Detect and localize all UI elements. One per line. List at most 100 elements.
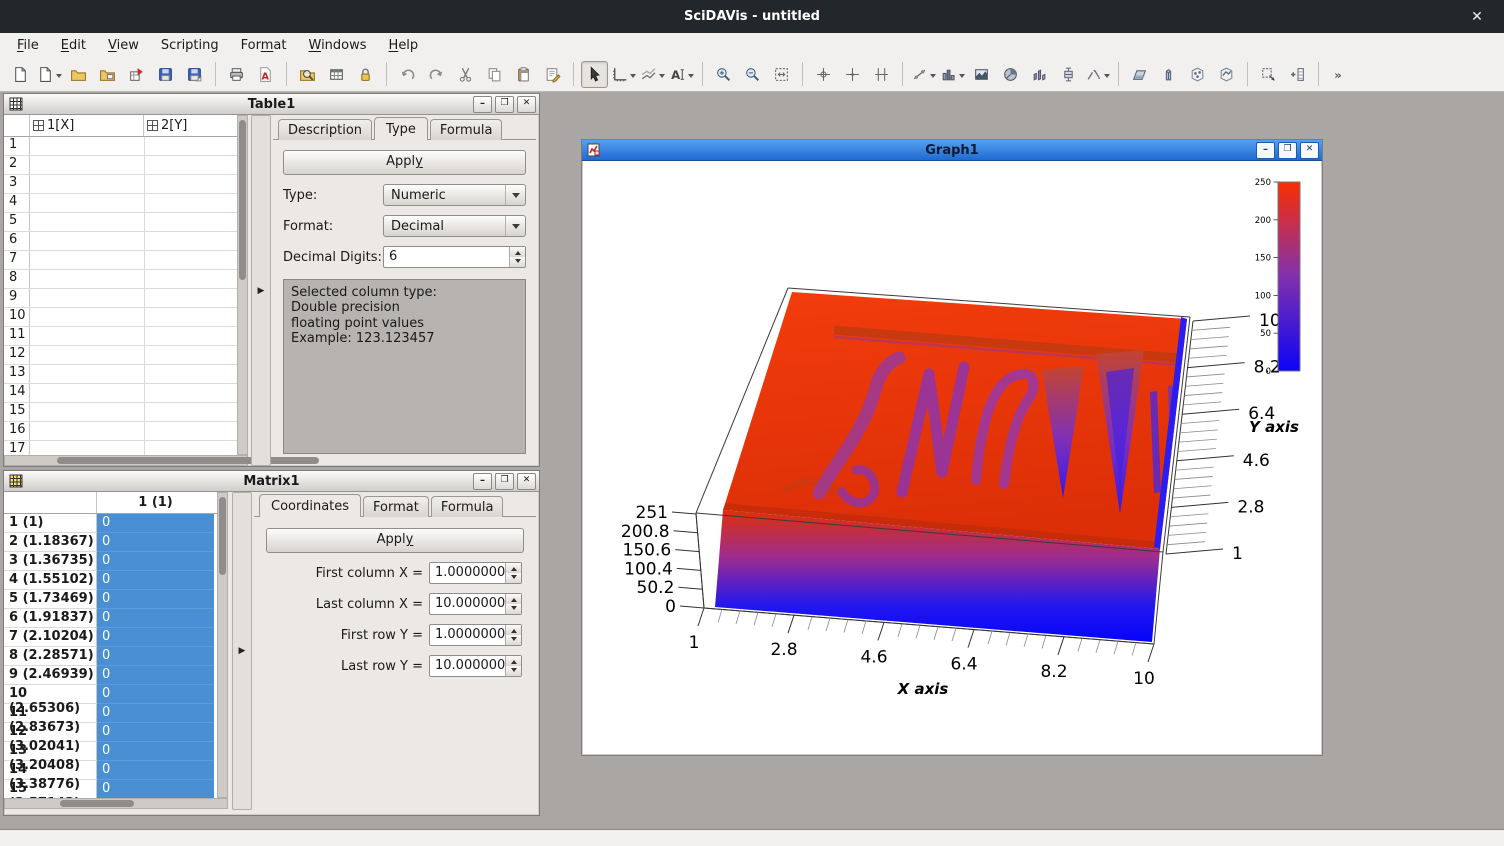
table-row[interactable]: 9: [4, 289, 237, 308]
plot-pie-button[interactable]: [997, 61, 1024, 88]
table-row[interactable]: 16: [4, 422, 237, 441]
plot-spectrogram-button[interactable]: [968, 61, 995, 88]
table-row[interactable]: 12: [4, 346, 237, 365]
tab-formula[interactable]: Formula: [430, 119, 503, 140]
table-cell[interactable]: [145, 422, 237, 440]
menu-item[interactable]: View: [97, 35, 150, 56]
dropdown-arrow-icon[interactable]: [659, 74, 665, 81]
table1-panel-collapse-button[interactable]: ▶: [251, 115, 271, 466]
matrix-cell[interactable]: 0: [97, 723, 214, 742]
rescale-axes-button[interactable]: [768, 61, 795, 88]
add-text-button[interactable]: [668, 61, 695, 88]
table-cell[interactable]: [30, 365, 145, 383]
table1-grid[interactable]: 1[X] 2[Y] 1 2: [4, 115, 237, 455]
table-cell[interactable]: [145, 346, 237, 364]
matrix-cell[interactable]: 0: [97, 666, 214, 685]
table-cell[interactable]: [145, 251, 237, 269]
table-cell[interactable]: [145, 156, 237, 174]
spinner-up-button[interactable]: [510, 247, 525, 257]
spinner-up-button[interactable]: [506, 563, 521, 573]
project-explorer-button[interactable]: [294, 61, 321, 88]
table-row[interactable]: 4: [4, 194, 237, 213]
table-cell[interactable]: [30, 289, 145, 307]
matrix1-minimize-button[interactable]: –: [473, 473, 492, 490]
table-cell[interactable]: [145, 232, 237, 250]
graph1-minimize-button[interactable]: –: [1256, 142, 1275, 159]
matrix-row[interactable]: 12 (3.02041) 0: [4, 723, 217, 742]
graph1-titlebar[interactable]: Graph1 – ❒ ✕: [582, 140, 1322, 161]
matrix-cell[interactable]: 0: [97, 514, 214, 533]
app-close-icon[interactable]: ✕: [1468, 8, 1486, 26]
new-project-button[interactable]: [7, 61, 34, 88]
zoom-out-button[interactable]: [739, 61, 766, 88]
open-template-button[interactable]: [94, 61, 121, 88]
table1-vertical-scrollbar[interactable]: [237, 115, 248, 455]
tab-type[interactable]: Type: [374, 117, 428, 140]
matrix-row[interactable]: 6 (1.91837) 0: [4, 609, 217, 628]
table-cell[interactable]: [30, 251, 145, 269]
matrix-cell[interactable]: 0: [97, 742, 214, 761]
coordinate-spinner[interactable]: 10.0000000: [429, 655, 522, 677]
matrix1-maximize-button[interactable]: ❒: [495, 473, 514, 490]
matrix-cell[interactable]: 0: [97, 590, 214, 609]
plot-bars-button[interactable]: [939, 61, 966, 88]
matrix-row[interactable]: 4 (1.55102) 0: [4, 571, 217, 590]
matrix-cell[interactable]: 0: [97, 533, 214, 552]
save-project-button[interactable]: [152, 61, 179, 88]
table-cell[interactable]: [145, 365, 237, 383]
matrix-row[interactable]: 11 (2.83673) 0: [4, 704, 217, 723]
select-pointer-button[interactable]: [581, 61, 608, 88]
menu-item[interactable]: Edit: [50, 35, 97, 56]
matrix-row[interactable]: 10 (2.65306) 0: [4, 685, 217, 704]
table-row[interactable]: 1: [4, 137, 237, 156]
lock-toolbars-button[interactable]: [352, 61, 379, 88]
table-cell[interactable]: [145, 137, 237, 155]
matrix-cell[interactable]: 0: [97, 761, 214, 780]
table-cell[interactable]: [145, 194, 237, 212]
undo-button[interactable]: [394, 61, 421, 88]
3d-surface-plot[interactable]: 050.2100.4150.6200.8251 12.84.66.48.210 …: [583, 161, 1321, 754]
tab-format[interactable]: Format: [363, 496, 429, 517]
table1-titlebar[interactable]: Table1 – ❒ ✕: [4, 94, 539, 115]
graph1-window[interactable]: Graph1 – ❒ ✕: [581, 139, 1323, 756]
add-column-button[interactable]: [1284, 61, 1311, 88]
table-cell[interactable]: [30, 175, 145, 193]
matrix1-vertical-scrollbar[interactable]: [217, 492, 228, 798]
spinner-up-button[interactable]: [506, 656, 521, 666]
table1-col-header-1[interactable]: 1[X]: [30, 115, 144, 136]
table-row[interactable]: 17: [4, 441, 237, 455]
table1-apply-button[interactable]: Apply: [283, 150, 526, 175]
spinner-down-button[interactable]: [506, 573, 521, 583]
menu-item[interactable]: Format: [230, 35, 298, 56]
menu-item[interactable]: Help: [378, 35, 430, 56]
plot-3d-ribbon-button[interactable]: [1026, 61, 1053, 88]
screen-reader-button[interactable]: [810, 61, 837, 88]
scrollbar-thumb[interactable]: [239, 120, 246, 280]
matrix1-window[interactable]: Matrix1 – ❒ ✕ 1 (1) 1 (1) 0 2 (1.18367) …: [3, 470, 540, 816]
new-aspect-button[interactable]: [36, 61, 63, 88]
menu-item[interactable]: Windows: [297, 35, 377, 56]
coordinate-spinner[interactable]: 1.00000000: [429, 562, 522, 584]
spinner-down-button[interactable]: [506, 604, 521, 614]
table-cell[interactable]: [30, 232, 145, 250]
plot-3d-surface-button[interactable]: [1126, 61, 1153, 88]
table-row[interactable]: 7: [4, 251, 237, 270]
graph1-canvas[interactable]: 050.2100.4150.6200.8251 12.84.66.48.210 …: [583, 161, 1321, 754]
matrix-cell[interactable]: 0: [97, 571, 214, 590]
type-dropdown[interactable]: Numeric: [383, 184, 526, 206]
matrix-row[interactable]: 14 (3.38776) 0: [4, 761, 217, 780]
matrix-row[interactable]: 7 (2.10204) 0: [4, 628, 217, 647]
spinner-up-button[interactable]: [506, 594, 521, 604]
matrix-row[interactable]: 2 (1.18367) 0: [4, 533, 217, 552]
dropdown-arrow-icon[interactable]: [688, 74, 694, 81]
copy-selection-button[interactable]: [481, 61, 508, 88]
table-cell[interactable]: [30, 156, 145, 174]
plot-boxplot-button[interactable]: [1055, 61, 1082, 88]
matrix-row[interactable]: 13 (3.20408) 0: [4, 742, 217, 761]
matrix1-grid[interactable]: 1 (1) 1 (1) 0 2 (1.18367) 0 3 (1.36735) …: [4, 492, 217, 798]
matrix1-panel-collapse-button[interactable]: ▶: [232, 492, 252, 810]
graph1-maximize-button[interactable]: ❒: [1278, 142, 1297, 159]
add-layer-button[interactable]: [639, 61, 666, 88]
plot-vectors-button[interactable]: [1084, 61, 1111, 88]
matrix1-close-button[interactable]: ✕: [517, 473, 536, 490]
